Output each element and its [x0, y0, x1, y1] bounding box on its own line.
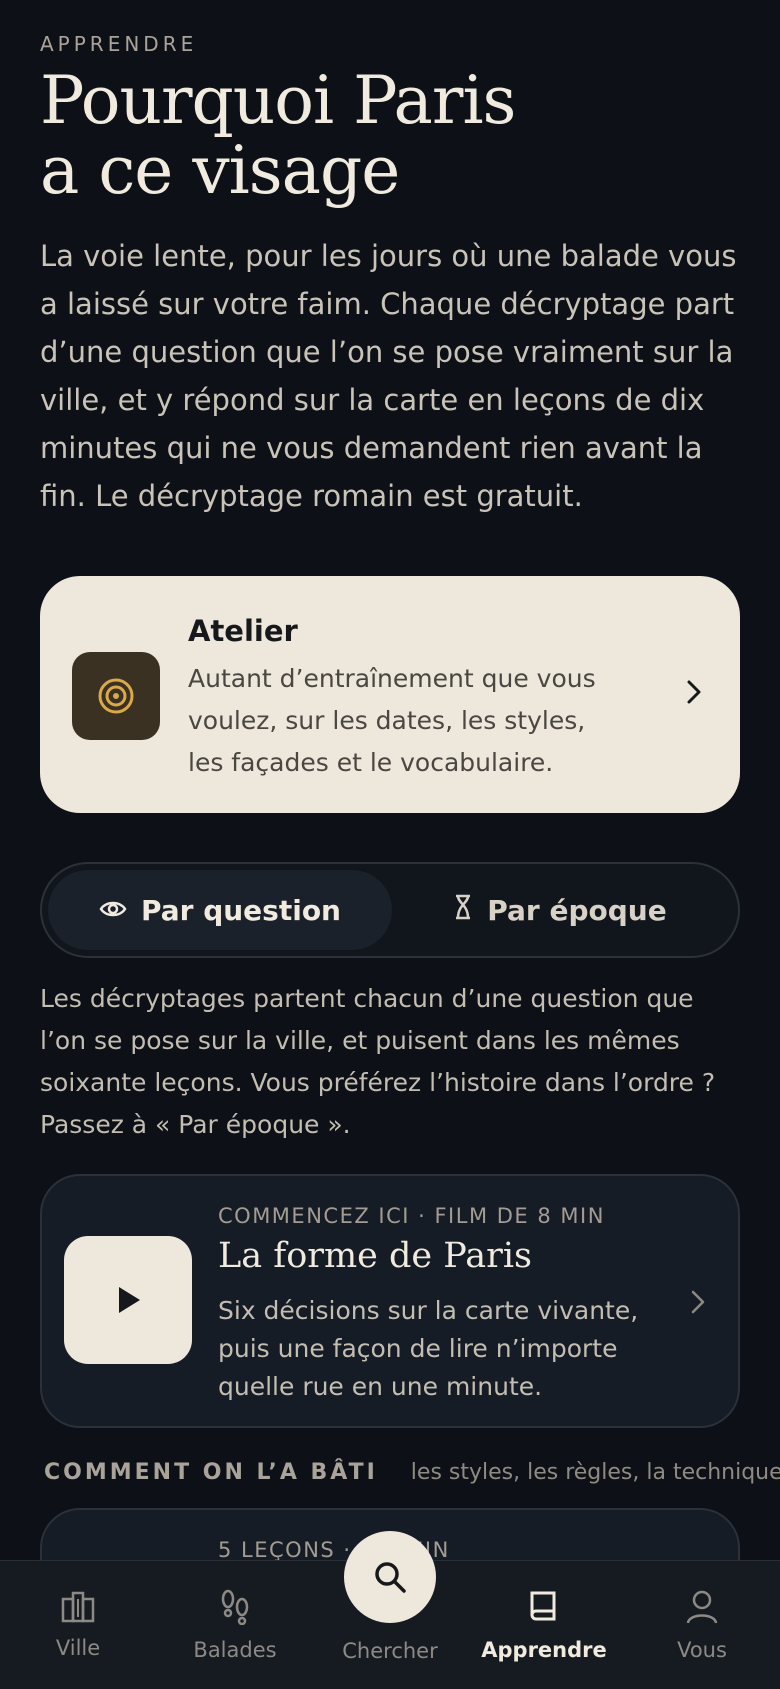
tab-vous[interactable]: Vous	[632, 1589, 772, 1662]
tab-bar: Ville Balades Chercher Apprendre Vous	[0, 1531, 780, 1689]
section-subtitle: les styles, les règles, la technique	[410, 1460, 780, 1485]
section-title: COMMENT ON L’A BÂTI	[44, 1460, 378, 1485]
toggle-label: Par époque	[487, 893, 667, 927]
film-description: Six décisions sur la carte vivante, puis…	[218, 1296, 639, 1401]
toggle-par-epoque[interactable]: Par époque	[388, 870, 732, 950]
page-title-line-2: a ce visage	[40, 132, 400, 209]
chevron-right-icon	[688, 1288, 708, 1320]
page-title-line-1: Pourquoi Paris	[40, 62, 516, 139]
view-toggle: Par question Par époque	[40, 862, 740, 958]
footprints-icon	[219, 1589, 251, 1630]
page-title: Pourquoi Paris a ce visage	[40, 66, 740, 206]
toggle-par-question[interactable]: Par question	[48, 870, 392, 950]
tab-label: Apprendre	[481, 1638, 607, 1662]
hourglass-icon	[453, 893, 473, 928]
atelier-title: Atelier	[188, 614, 298, 648]
tab-label: Chercher	[342, 1639, 438, 1663]
person-icon	[685, 1589, 719, 1630]
section-header: COMMENT ON L’A BÂTI les styles, les règl…	[44, 1460, 780, 1485]
film-card[interactable]: COMMENCEZ ICI · FILM DE 8 MIN La forme d…	[40, 1174, 740, 1428]
eyebrow: APPRENDRE	[40, 32, 198, 56]
book-icon	[526, 1589, 562, 1630]
film-title: La forme de Paris	[218, 1236, 532, 1276]
tab-label: Ville	[55, 1636, 101, 1660]
target-icon	[72, 652, 160, 740]
tab-label: Balades	[193, 1638, 277, 1662]
play-icon	[64, 1236, 192, 1364]
explain-text: Les décryptages partent chacun d’une que…	[40, 984, 716, 1139]
intro-text: La voie lente, pour les jours où une bal…	[40, 239, 737, 513]
atelier-description: Autant d’entraînement que vous voulez, s…	[188, 664, 596, 777]
atelier-card[interactable]: Atelier Autant d’entraînement que vous v…	[40, 576, 740, 813]
eye-icon	[99, 894, 127, 927]
tab-balades[interactable]: Balades	[165, 1589, 305, 1662]
tab-apprendre[interactable]: Apprendre	[474, 1589, 614, 1662]
chevron-right-icon	[684, 678, 704, 710]
building-icon	[60, 1589, 96, 1628]
film-meta: COMMENCEZ ICI · FILM DE 8 MIN	[218, 1204, 605, 1228]
toggle-label: Par question	[140, 893, 341, 927]
tab-ville[interactable]: Ville	[8, 1589, 148, 1660]
search-icon	[344, 1531, 436, 1623]
tab-label: Vous	[677, 1638, 727, 1662]
